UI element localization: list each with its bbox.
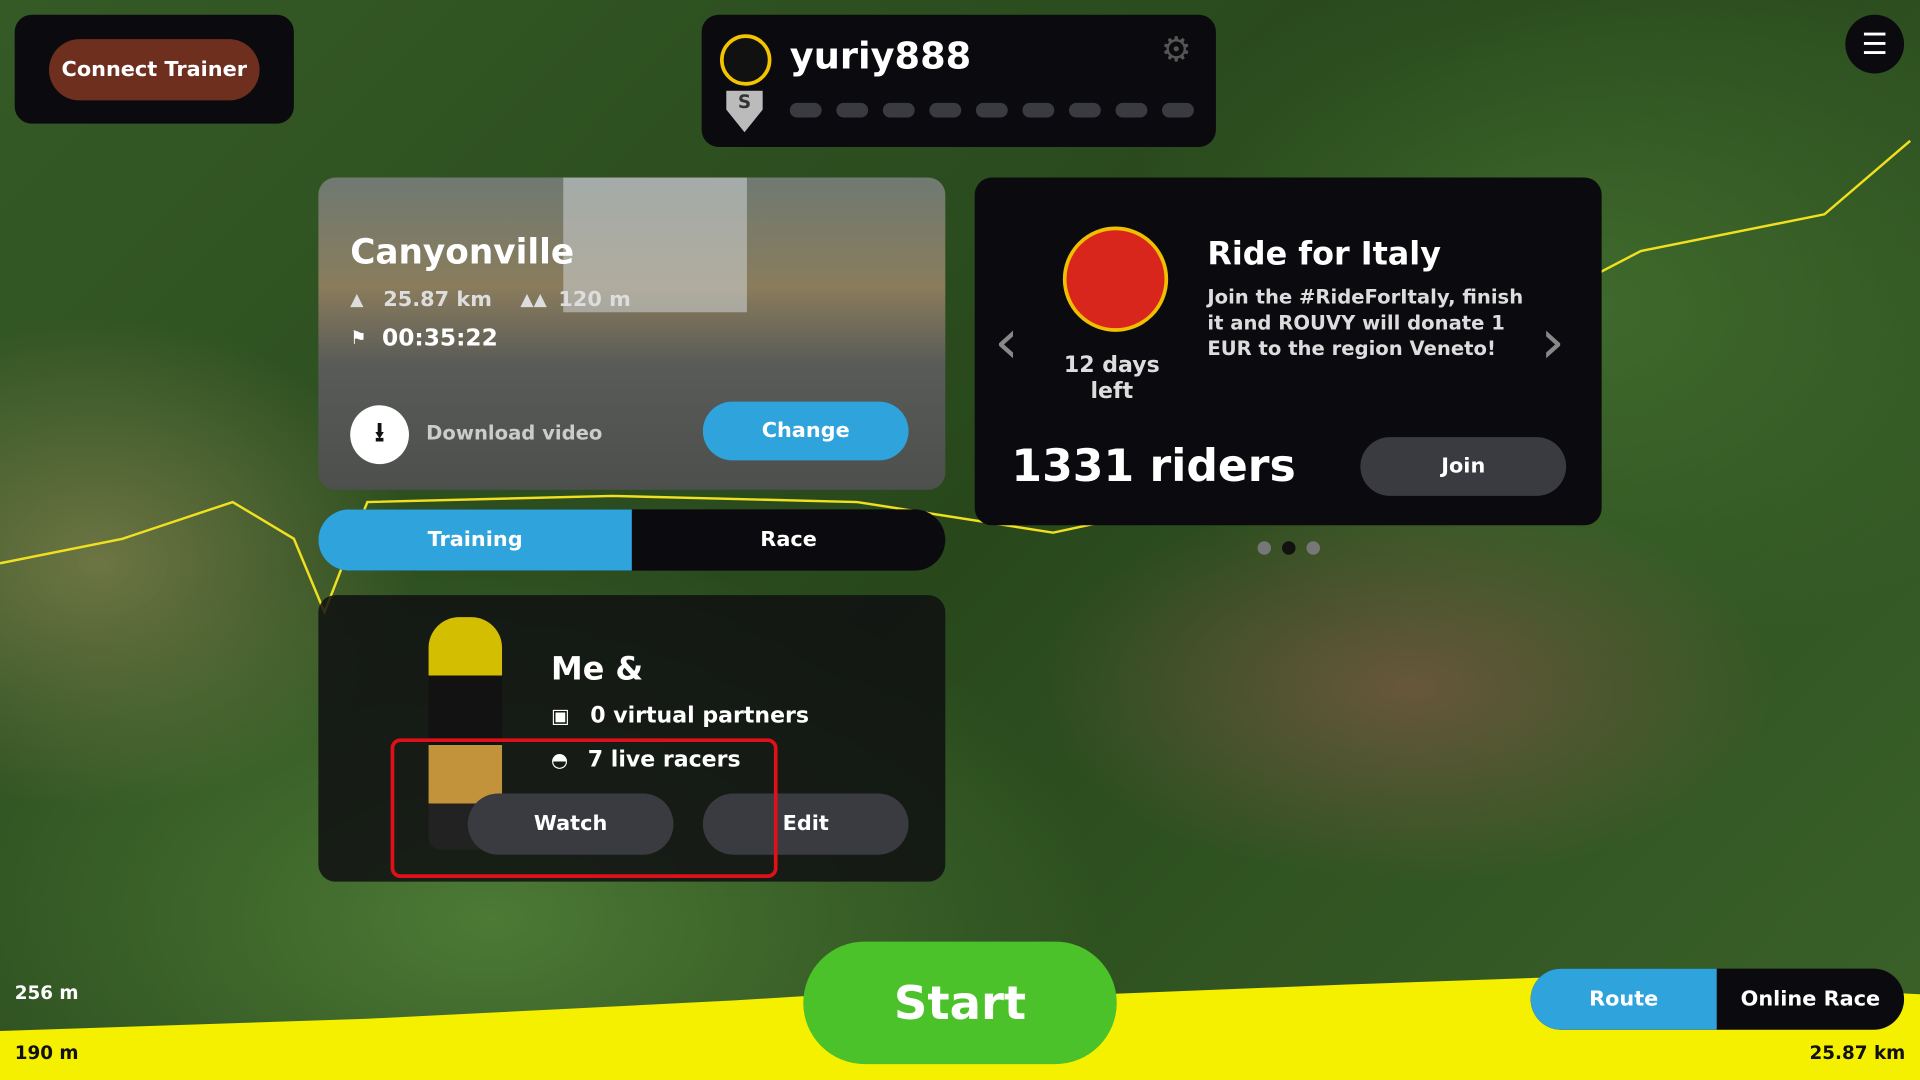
carousel-next-icon[interactable]: ›	[1540, 306, 1564, 377]
partners-title: Me &	[551, 651, 644, 689]
highlight-box	[390, 738, 778, 878]
carousel-dots	[1257, 541, 1321, 555]
finish-flag-icon: ⚑	[350, 326, 367, 349]
challenge-description: Join the #RideForItaly, finish it and RO…	[1207, 285, 1524, 361]
tab-online-race[interactable]: Online Race	[1717, 969, 1904, 1030]
download-video-link[interactable]: Download video	[426, 421, 602, 444]
route-line	[0, 139, 1912, 616]
virtual-partner-icon: ▣	[551, 704, 570, 728]
tab-route[interactable]: Route	[1530, 968, 1717, 1030]
italy-challenge-logo	[1062, 226, 1169, 332]
duration: 00:35:22	[382, 324, 498, 352]
connect-trainer-button[interactable]: Connect Trainer	[48, 39, 260, 101]
elevation-max: 256 m	[14, 982, 79, 1005]
route-title: Canyonville	[350, 231, 575, 272]
virtual-partners: 0 virtual partners	[590, 702, 810, 729]
avatar[interactable]	[720, 34, 772, 86]
days-left: 12 days left	[1063, 352, 1160, 405]
start-button[interactable]: Start	[803, 941, 1117, 1065]
level-progress-dots	[789, 102, 1194, 118]
total-distance: 25.87 km	[1809, 1042, 1906, 1065]
menu-button[interactable]: ☰	[1845, 14, 1905, 74]
mode-tabs: Training Race	[318, 509, 946, 571]
challenge-card: 12 days left ‹ › Ride for Italy Join the…	[974, 177, 1602, 526]
profile-panel: yuriy888 ⚙ S	[701, 14, 1216, 147]
map-background[interactable]: Connect Trainer yuriy888 ⚙ S ☰ Canyonvil…	[0, 0, 1920, 1080]
elevation: 120 m	[558, 287, 631, 313]
trainer-panel: Connect Trainer	[14, 14, 294, 124]
elevation-icon: ▲▲	[520, 290, 547, 310]
settings-gear-icon[interactable]: ⚙	[1161, 29, 1192, 69]
riders-count: 1331 riders	[1011, 442, 1296, 493]
bottom-tabs: Route Online Race	[1530, 968, 1905, 1030]
route-card[interactable]: Canyonville ▲ 25.87 km ▲▲ 120 m ⚑ 00:35:…	[318, 177, 946, 490]
tab-training[interactable]: Training	[318, 509, 632, 571]
tab-race[interactable]: Race	[632, 509, 945, 570]
distance-icon: ▲	[350, 290, 364, 310]
elevation-min: 190 m	[14, 1042, 79, 1065]
distance: 25.87 km	[383, 287, 492, 313]
download-icon[interactable]: ⭳	[350, 405, 409, 465]
username: yuriy888	[789, 35, 972, 79]
change-route-button[interactable]: Change	[702, 401, 909, 461]
challenge-title: Ride for Italy	[1207, 236, 1441, 274]
rank-badge: S	[726, 90, 763, 133]
join-button[interactable]: Join	[1360, 437, 1567, 496]
carousel-prev-icon[interactable]: ‹	[994, 306, 1018, 377]
